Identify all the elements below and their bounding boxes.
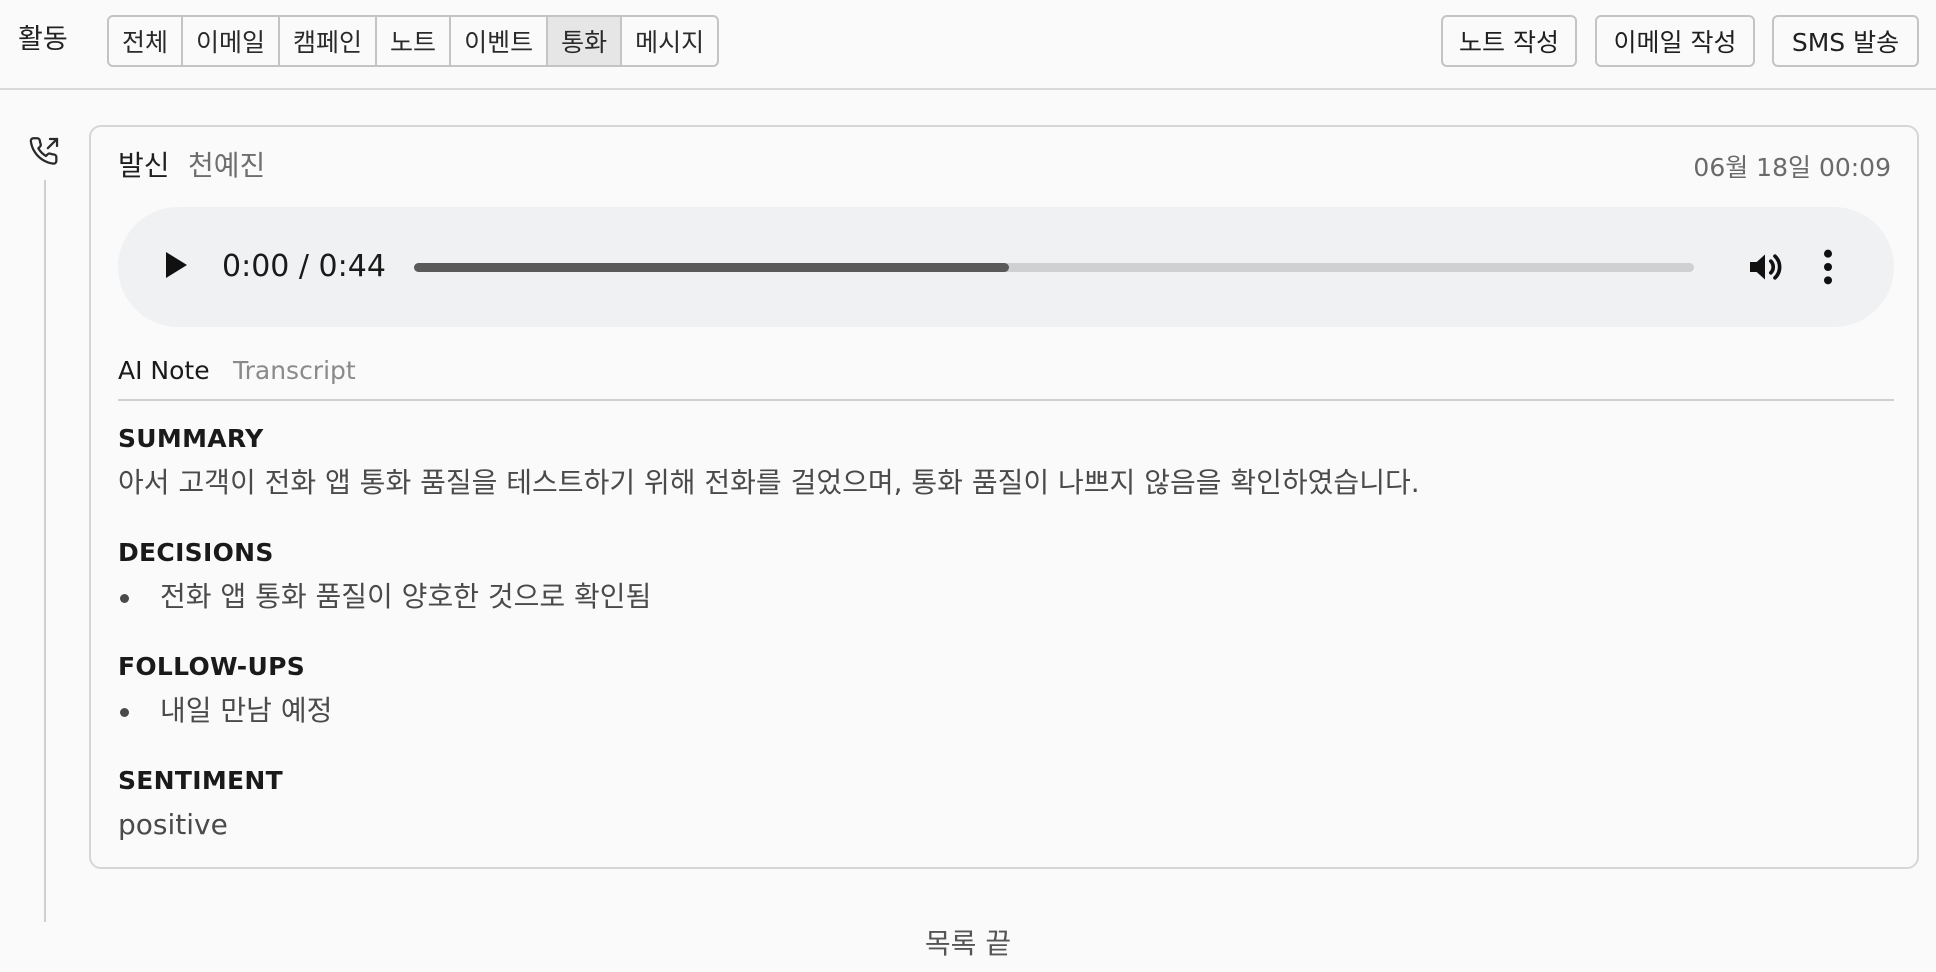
filter-call[interactable]: 통화: [548, 17, 623, 65]
audio-time-readout: 0:00 / 0:44: [222, 249, 386, 284]
tab-ai-note[interactable]: AI Note: [118, 353, 210, 389]
audio-seek-bar[interactable]: [414, 263, 1694, 272]
activity-filter-group: 전체 이메일 캠페인 노트 이벤트 통화 메시지: [107, 15, 720, 67]
list-end-label: 목록 끝: [924, 927, 1012, 960]
activity-header: 활동 전체 이메일 캠페인 노트 이벤트 통화 메시지 노트 작성 이메일 작성…: [0, 0, 1936, 90]
write-email-button[interactable]: 이메일 작성: [1595, 15, 1755, 67]
summary-text: 아서 고객이 전화 앱 통화 품질을 테스트하기 위해 전화를 걸었으며, 통화…: [118, 466, 1420, 499]
summary-heading: SUMMARY: [118, 424, 264, 453]
filter-message[interactable]: 메시지: [622, 17, 717, 65]
bullet-icon: [120, 594, 129, 603]
send-sms-button[interactable]: SMS 발송: [1772, 15, 1919, 67]
audio-player: 0:00 / 0:44: [118, 207, 1894, 327]
followup-text: 내일 만남 예정: [160, 694, 333, 727]
filter-all[interactable]: 전체: [109, 17, 184, 65]
sentiment-heading: SENTIMENT: [118, 766, 283, 795]
filter-event[interactable]: 이벤트: [451, 17, 549, 65]
tab-transcript[interactable]: Transcript: [233, 353, 356, 389]
followups-heading: FOLLOW-UPS: [118, 652, 306, 681]
call-direction: 발신: [118, 149, 170, 182]
call-activity-card: 발신 천예진 06월 18일 00:09 0:00 / 0:44 AI Note…: [89, 125, 1919, 869]
filter-campaign[interactable]: 캠페인: [280, 17, 378, 65]
play-icon[interactable]: [164, 251, 188, 279]
audio-seek-progress: [414, 263, 1010, 272]
call-timestamp: 06월 18일 00:09: [1693, 153, 1891, 182]
call-contact-name[interactable]: 천예진: [188, 147, 265, 185]
phone-outgoing-icon: [29, 137, 59, 165]
volume-icon[interactable]: [1745, 247, 1785, 287]
note-tabs: AI Note Transcript: [118, 353, 1894, 401]
more-options-icon[interactable]: [1818, 247, 1838, 287]
section-title: 활동: [18, 24, 68, 55]
decisions-heading: DECISIONS: [118, 538, 274, 567]
write-note-button[interactable]: 노트 작성: [1441, 15, 1577, 67]
timeline-line: [44, 180, 46, 922]
filter-note[interactable]: 노트: [377, 17, 452, 65]
decision-text: 전화 앱 통화 품질이 양호한 것으로 확인됨: [160, 580, 652, 613]
bullet-icon: [120, 708, 129, 717]
filter-email[interactable]: 이메일: [183, 17, 281, 65]
sentiment-value: positive: [118, 808, 228, 841]
